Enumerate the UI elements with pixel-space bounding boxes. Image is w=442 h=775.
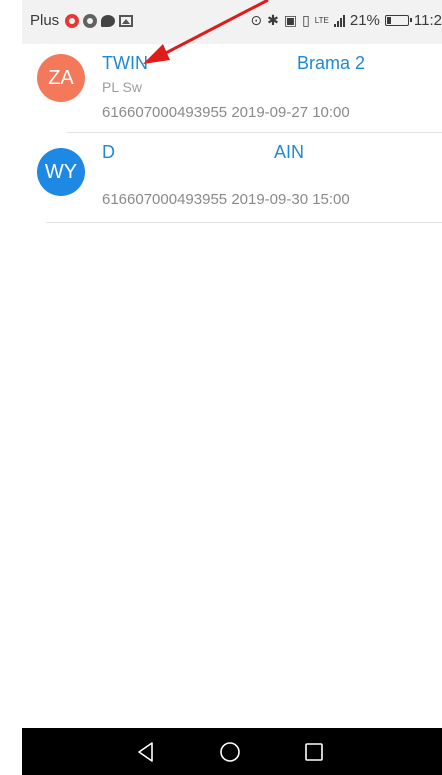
location-icon: ⊙ bbox=[250, 12, 263, 29]
message-preview: PL Sw bbox=[102, 79, 142, 95]
avatar: WY bbox=[37, 148, 85, 196]
contact-name: D bbox=[102, 142, 115, 162]
list-divider bbox=[67, 132, 442, 133]
home-circle-icon[interactable] bbox=[216, 738, 244, 766]
redaction-box bbox=[102, 168, 370, 184]
sync-notification-icon bbox=[83, 13, 98, 28]
vibrate-icon: ▯ bbox=[302, 12, 310, 29]
message-meta: 616607000493955 2019-09-27 10:00 bbox=[102, 104, 350, 121]
status-bar: Plus ⊙ ✱ ▣ ▯ LTE 21% 11:2 bbox=[22, 0, 442, 44]
app-notification-icon bbox=[65, 13, 80, 28]
phone-screen: Plus ⊙ ✱ ▣ ▯ LTE 21% 11:2 ZA TWIN Brama … bbox=[22, 0, 442, 775]
status-bar-right: ⊙ ✱ ▣ ▯ LTE 21% 11:2 bbox=[250, 12, 442, 29]
lte-indicator: LTE bbox=[314, 15, 329, 25]
sender-number: 616607000493955 bbox=[102, 191, 228, 208]
back-triangle-icon[interactable] bbox=[132, 738, 160, 766]
list-item[interactable]: ZA TWIN Brama 2 PL Sw 616607000493955 20… bbox=[22, 44, 442, 136]
navigation-bar bbox=[22, 728, 442, 775]
list-divider bbox=[46, 222, 442, 223]
nfc-icon: ▣ bbox=[283, 12, 298, 29]
status-bar-left: Plus bbox=[30, 12, 134, 29]
battery-icon bbox=[384, 15, 412, 26]
contact-name-suffix: Brama 2 bbox=[297, 53, 366, 73]
avatar: ZA bbox=[37, 54, 85, 102]
message-notification-icon bbox=[101, 14, 116, 27]
bluetooth-icon: ✱ bbox=[267, 12, 279, 29]
redaction-box bbox=[120, 142, 270, 166]
recents-square-icon[interactable] bbox=[300, 738, 328, 766]
message-meta: 616607000493955 2019-09-30 15:00 bbox=[102, 191, 350, 208]
redaction-box bbox=[144, 78, 300, 98]
clock: 11:2 bbox=[413, 12, 442, 29]
battery-level bbox=[386, 17, 391, 24]
image-notification-icon bbox=[119, 14, 134, 27]
battery-percent: 21% bbox=[349, 12, 380, 29]
sender-number: 616607000493955 bbox=[102, 104, 228, 121]
contact-name: TWIN bbox=[102, 53, 148, 73]
signal-icon bbox=[333, 14, 345, 27]
carrier-label: Plus bbox=[30, 12, 60, 29]
contact-name-suffix: AIN bbox=[274, 142, 305, 162]
list-item[interactable]: WY D AIN 616607000493955 2019-09-30 15:0… bbox=[22, 136, 442, 224]
message-datetime: 2019-09-30 15:00 bbox=[231, 191, 350, 208]
message-datetime: 2019-09-27 10:00 bbox=[231, 104, 350, 121]
redaction-box bbox=[148, 54, 290, 78]
conversation-list: ZA TWIN Brama 2 PL Sw 616607000493955 20… bbox=[22, 44, 442, 224]
